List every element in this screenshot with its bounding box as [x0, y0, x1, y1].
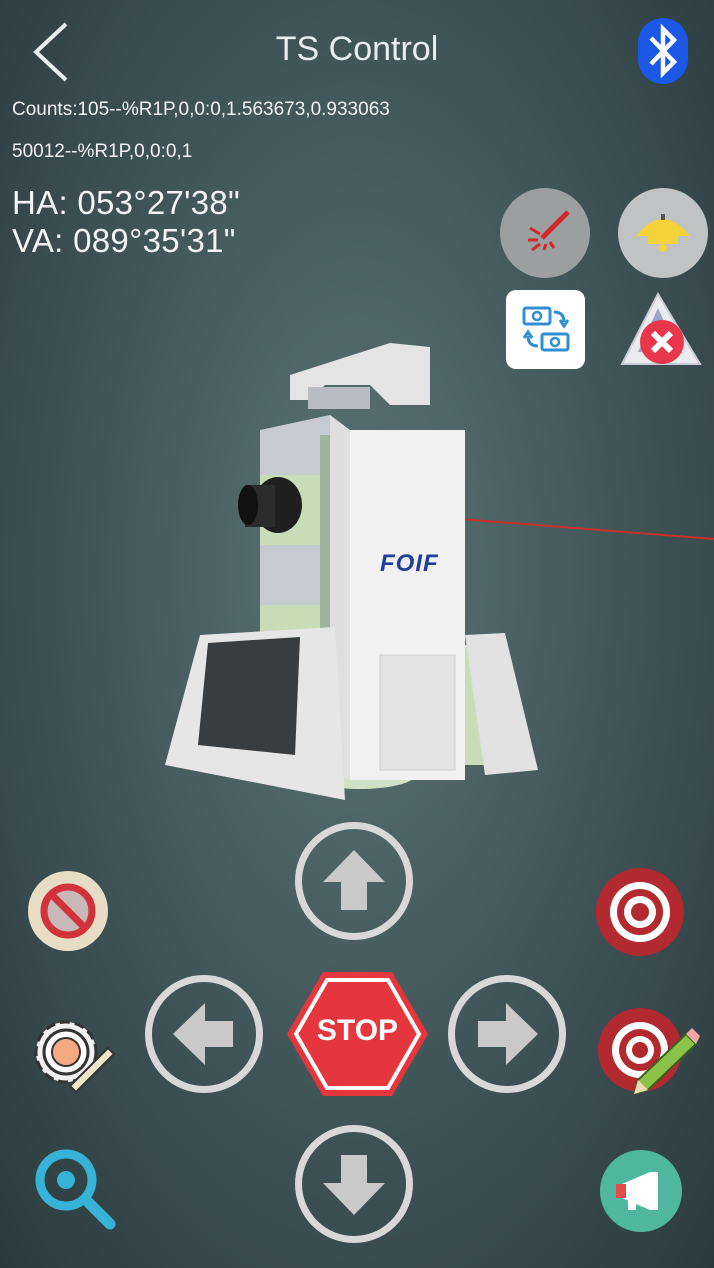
target-button[interactable]: [596, 868, 684, 956]
arrow-down-icon: [323, 1155, 385, 1215]
right-button[interactable]: [448, 975, 566, 1093]
bluetooth-icon: [649, 23, 678, 79]
vertical-angle: VA: 089°35'31": [12, 222, 236, 259]
target-icon: [610, 882, 670, 942]
brand-logo: FOIF: [380, 550, 439, 577]
lamp-icon: [636, 214, 690, 252]
up-button[interactable]: [295, 822, 413, 940]
target-edit-button[interactable]: [596, 1008, 700, 1104]
stop-button[interactable]: STOP: [285, 970, 430, 1098]
left-button[interactable]: [145, 975, 263, 1093]
bluetooth-button[interactable]: [638, 18, 688, 84]
prism-cancel-icon: [620, 291, 702, 365]
horizontal-angle: HA: 053°27'38": [12, 184, 241, 221]
response-readout: 50012--%R1P,0,0:0,1: [12, 141, 193, 162]
zoom-target-button[interactable]: [32, 1148, 118, 1230]
prism-clear-button[interactable]: [618, 290, 704, 368]
laser-pointer-icon: [528, 210, 570, 252]
laser-button[interactable]: [500, 188, 590, 278]
total-station-3d-model: [165, 343, 538, 800]
page-title: TS Control: [275, 30, 439, 68]
counts-readout: Counts:105--%R1P,0,0:0,1.563673,0.933063: [12, 99, 390, 120]
arrow-right-icon: [478, 1003, 538, 1065]
down-button[interactable]: [295, 1125, 413, 1243]
zoom-target-icon: [35, 1149, 116, 1230]
no-entry-icon: [40, 883, 96, 939]
target-edit-icon: [598, 1008, 700, 1096]
arrow-left-icon: [173, 1003, 233, 1065]
megaphone-icon: [616, 1172, 658, 1210]
arrow-up-icon: [323, 850, 385, 910]
settings-button[interactable]: [24, 1012, 116, 1094]
no-entry-button[interactable]: [28, 871, 108, 951]
gear-ruler-icon: [34, 1020, 116, 1094]
announce-button[interactable]: [600, 1150, 682, 1232]
light-button[interactable]: [618, 188, 708, 278]
stop-label: STOP: [316, 1014, 399, 1047]
